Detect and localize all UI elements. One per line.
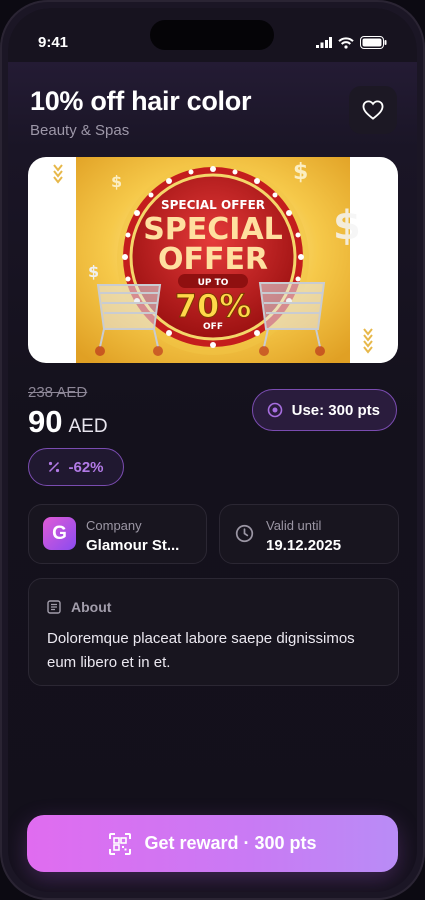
about-card: About Doloremque placeat labore saepe di…: [28, 578, 399, 686]
svg-text:$: $: [88, 262, 99, 281]
current-price: 90 AED: [28, 404, 108, 440]
document-icon: [47, 600, 61, 614]
company-card[interactable]: G Company Glamour St...: [28, 504, 207, 564]
offer-category: Beauty & Spas: [30, 122, 130, 139]
banner-main-line2: OFFER: [158, 242, 268, 277]
battery-icon: [360, 36, 387, 49]
wifi-icon: [338, 36, 354, 49]
discount-value: -62%: [68, 458, 104, 476]
price-amount: 90: [28, 404, 63, 439]
target-icon: [267, 402, 282, 418]
banner-percent: 70%: [175, 287, 252, 325]
offer-title: 10% off hair color: [30, 86, 252, 116]
status-icons: [316, 36, 387, 49]
price-currency: AED: [68, 416, 108, 437]
qr-scan-icon: [109, 832, 132, 855]
get-reward-button[interactable]: Get reward · 300 pts: [27, 815, 398, 872]
banner-off: OFF: [203, 322, 223, 332]
banner-top-text: SPECIAL OFFER: [161, 198, 265, 212]
favorite-button[interactable]: [349, 86, 397, 134]
status-bar: 9:41: [8, 8, 417, 62]
discount-badge: -62%: [28, 448, 124, 486]
company-name: Glamour St...: [86, 537, 180, 554]
dynamic-island: [150, 20, 274, 50]
validity-card: Valid until 19.12.2025: [219, 504, 399, 564]
clock-icon: [235, 524, 254, 543]
company-logo: G: [43, 517, 76, 550]
signal-icon: [316, 37, 332, 48]
phone-frame: 9:41 10% off hair color Beauty & Spas $ …: [0, 0, 425, 900]
valid-until-label: Valid until: [266, 518, 322, 533]
original-price: 238 AED: [28, 384, 88, 401]
svg-text:$: $: [333, 203, 361, 249]
company-label: Company: [86, 518, 142, 533]
get-reward-label: Get reward · 300 pts: [144, 833, 317, 853]
svg-text:$: $: [111, 172, 122, 191]
valid-until-date: 19.12.2025: [266, 537, 342, 554]
use-points-button[interactable]: Use: 300 pts: [251, 389, 397, 431]
svg-text:$: $: [293, 160, 308, 185]
about-label: About: [71, 599, 112, 615]
percent-icon: [49, 461, 60, 473]
offer-banner-image: $ $ $ $ SPECIAL OFFER SPECIAL OFFER UP T…: [28, 157, 398, 363]
about-header: About: [47, 599, 111, 615]
banner-artwork: $ $ $ $ SPECIAL OFFER SPECIAL OFFER UP T…: [53, 157, 373, 363]
heart-icon: [362, 100, 384, 120]
about-text: Doloremque placeat labore saepe dignissi…: [47, 630, 355, 671]
use-points-label: Use: 300 pts: [291, 401, 380, 419]
screen: 9:41 10% off hair color Beauty & Spas $ …: [8, 8, 417, 892]
status-time: 9:41: [38, 34, 69, 51]
